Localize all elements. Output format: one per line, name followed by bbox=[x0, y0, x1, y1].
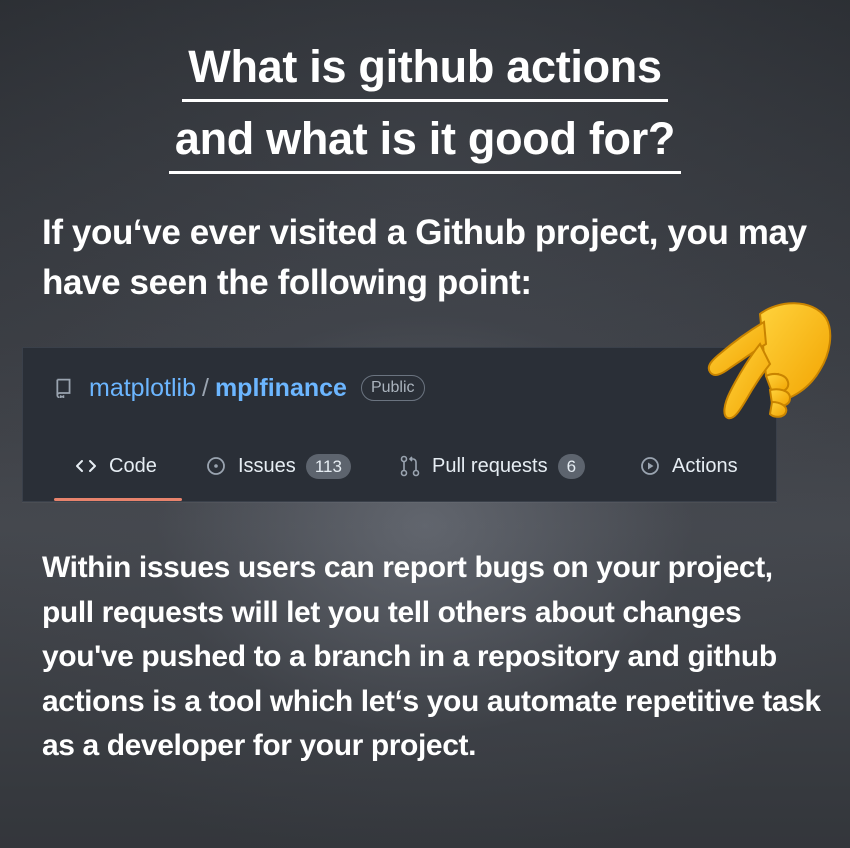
title-text-1: What is github actions bbox=[182, 44, 668, 102]
tab-code[interactable]: Code bbox=[75, 448, 157, 484]
selected-tab-indicator bbox=[54, 498, 182, 501]
repo-separator: / bbox=[202, 373, 209, 402]
title-text-2: and what is it good for? bbox=[168, 116, 682, 174]
repo-breadcrumb: matplotlib / mplfinance Public bbox=[55, 372, 425, 404]
pull-requests-count-badge: 6 bbox=[557, 453, 586, 479]
issues-count-badge: 113 bbox=[305, 453, 351, 479]
play-icon bbox=[640, 456, 660, 476]
code-icon bbox=[75, 458, 97, 474]
tab-issues[interactable]: Issues 113 bbox=[206, 448, 351, 484]
tab-code-label: Code bbox=[109, 454, 157, 477]
repo-name-link[interactable]: mplfinance bbox=[215, 375, 347, 401]
title-line-1: What is github actions bbox=[0, 44, 850, 102]
repo-owner-link[interactable]: matplotlib bbox=[89, 375, 196, 401]
repo-icon bbox=[56, 378, 71, 398]
pointing-hand-icon bbox=[707, 302, 832, 420]
issue-icon bbox=[206, 456, 226, 476]
tab-pull-requests[interactable]: Pull requests 6 bbox=[400, 448, 586, 484]
tab-pull-requests-label: Pull requests bbox=[432, 454, 548, 477]
tab-actions-label: Actions bbox=[672, 454, 738, 477]
pull-request-icon bbox=[400, 455, 420, 477]
repo-tabs: Code Issues 113 Pull requests 6 Actions bbox=[23, 448, 776, 503]
tab-actions[interactable]: Actions bbox=[640, 448, 738, 484]
body-text: Within issues users can report bugs on y… bbox=[42, 551, 821, 762]
visibility-badge: Public bbox=[360, 375, 425, 401]
tab-issues-label: Issues bbox=[238, 454, 296, 477]
title-line-2: and what is it good for? bbox=[0, 116, 850, 174]
github-repo-header: matplotlib / mplfinance Public Code Issu… bbox=[22, 347, 777, 502]
